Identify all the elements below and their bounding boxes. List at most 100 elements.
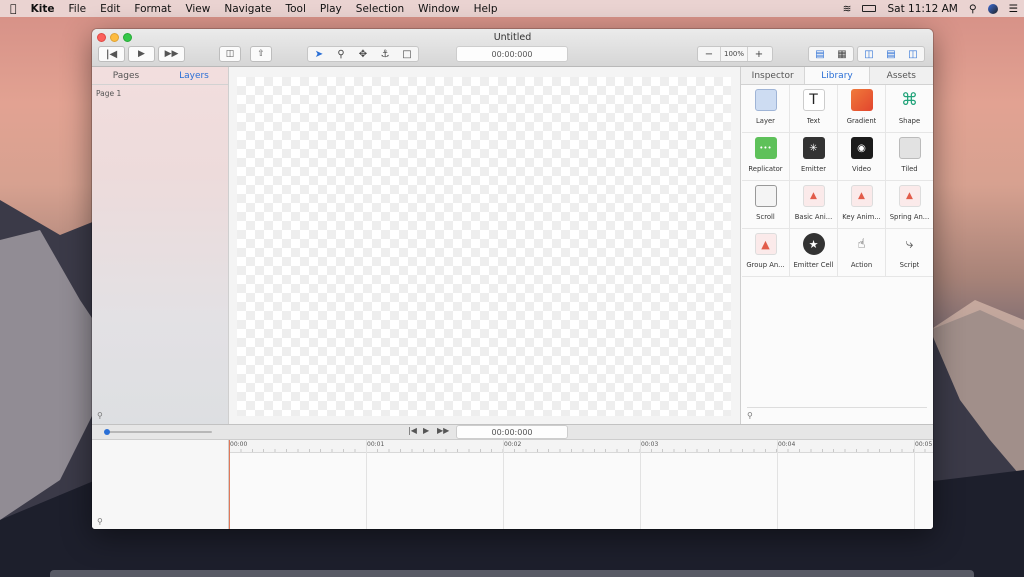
timeline-play-icon[interactable]: ▶	[423, 426, 429, 435]
title-bar: Untitled |◀ ▶ ▶▶ ◫ ⇧ ➤ ⚲ ✥ ⚓ □ 00:00:000…	[92, 29, 933, 67]
move-tool-icon[interactable]: ✥	[352, 47, 374, 61]
apple-menu-icon[interactable]: 	[0, 2, 24, 15]
share-icon: ⇧	[257, 49, 265, 59]
library-item-label: Shape	[898, 117, 921, 125]
spotlight-search-icon[interactable]: ⚲	[969, 3, 977, 15]
timeline-gridline	[777, 440, 778, 529]
library-item-basic-animation[interactable]: ▲ Basic Ani...	[790, 181, 838, 229]
library-item-label: Replicator	[748, 165, 783, 173]
library-item-action[interactable]: ☝ Action	[838, 229, 886, 277]
window-title: Untitled	[493, 32, 532, 43]
zoom-level[interactable]: 100%	[720, 47, 748, 61]
timeline-tracks[interactable]	[229, 453, 933, 529]
zoom-out-button[interactable]: −	[698, 47, 720, 61]
library-item-video[interactable]: ◉ Video	[838, 133, 886, 181]
layout-toggle: ▤ ▦	[808, 46, 854, 62]
share-button[interactable]: ⇧	[250, 46, 272, 62]
library-item-tiled[interactable]: Tiled	[886, 133, 933, 181]
library-item-keyframe-animation[interactable]: ▲ Key Anim...	[838, 181, 886, 229]
zoom-in-button[interactable]: +	[748, 47, 770, 61]
play-icon: ▶	[138, 49, 145, 59]
timeline-gridline	[914, 440, 915, 529]
library-item-script[interactable]: ⤷ Script	[886, 229, 933, 277]
library-search-icon[interactable]: ⚲	[747, 407, 927, 420]
script-icon: ⤷	[905, 236, 914, 252]
preview-icon: ◫	[225, 49, 235, 59]
select-tool-icon[interactable]: ➤	[308, 47, 330, 61]
menu-navigate[interactable]: Navigate	[217, 3, 278, 15]
tool-selector: ➤ ⚲ ✥ ⚓ □	[307, 46, 419, 62]
ruler-label: 00:05	[915, 441, 933, 448]
siri-icon[interactable]	[987, 3, 998, 14]
menu-view[interactable]: View	[178, 3, 217, 15]
library-item-emitter[interactable]: ✳ Emitter	[790, 133, 838, 181]
page-list-item[interactable]: Page 1	[92, 85, 228, 102]
slider-knob[interactable]	[104, 429, 110, 435]
library-item-label: Tiled	[901, 165, 918, 173]
timeline-rewind-icon[interactable]: |◀	[408, 426, 417, 435]
menu-play[interactable]: Play	[313, 3, 349, 15]
gradient-icon	[850, 89, 873, 111]
tab-layers[interactable]: Layers	[160, 67, 228, 84]
step-forward-icon: ▶▶	[164, 49, 179, 59]
grid-layout-icon[interactable]: ▦	[831, 47, 853, 61]
library-item-label: Scroll	[756, 213, 775, 221]
menu-file[interactable]: File	[62, 3, 94, 15]
shape-tool-icon[interactable]: □	[396, 47, 418, 61]
timeline-gridline	[366, 440, 367, 529]
right-panel-icon[interactable]: ◫	[902, 47, 924, 61]
library-item-scroll[interactable]: Scroll	[742, 181, 790, 229]
tab-library[interactable]: Library	[804, 67, 870, 84]
left-panel-icon[interactable]: ◫	[858, 47, 880, 61]
library-item-label: Emitter	[800, 165, 827, 173]
tab-inspector[interactable]: Inspector	[741, 67, 804, 84]
menu-edit[interactable]: Edit	[93, 3, 127, 15]
library-item-label: Key Anim...	[842, 213, 881, 221]
layer-search-icon[interactable]: ⚲	[97, 411, 103, 420]
library-item-replicator[interactable]: ••• Replicator	[742, 133, 790, 181]
preview-button[interactable]: ◫	[219, 46, 241, 62]
play-button[interactable]: ▶	[128, 46, 155, 62]
library-item-emitter-cell[interactable]: ★ Emitter Cell	[790, 229, 838, 277]
menu-help[interactable]: Help	[467, 3, 505, 15]
wifi-icon[interactable]: ≋	[843, 3, 852, 15]
library-item-layer[interactable]: Layer	[742, 85, 790, 133]
rewind-button[interactable]: |◀	[98, 46, 125, 62]
library-item-gradient[interactable]: Gradient	[838, 85, 886, 133]
battery-icon[interactable]	[862, 5, 877, 12]
library-grid: Layer T Text Gradient ⌘ Shape ••• Replic…	[742, 85, 933, 277]
library-item-label: Script	[899, 261, 920, 269]
zoom-tool-icon[interactable]: ⚲	[330, 47, 352, 61]
playhead[interactable]	[229, 440, 230, 529]
menu-selection[interactable]: Selection	[349, 3, 411, 15]
library-item-group-animation[interactable]: ▲ Group An...	[742, 229, 790, 277]
app-menu[interactable]: Kite	[24, 3, 62, 15]
timeline-zoom-slider[interactable]	[104, 429, 212, 435]
spring-animation-icon: ▲	[898, 185, 921, 207]
library-item-shape[interactable]: ⌘ Shape	[886, 85, 933, 133]
library-item-label: Spring An...	[889, 213, 930, 221]
library-item-text[interactable]: T Text	[790, 85, 838, 133]
menu-tool[interactable]: Tool	[278, 3, 312, 15]
anchor-tool-icon[interactable]: ⚓	[374, 47, 396, 61]
ruler-label: 00:04	[778, 441, 796, 448]
timeline-search-icon[interactable]: ⚲	[97, 517, 103, 526]
menu-clock[interactable]: Sat 11:12 AM	[887, 3, 957, 15]
dock	[50, 570, 974, 577]
library-item-label: Basic Ani...	[794, 213, 833, 221]
tab-assets[interactable]: Assets	[870, 67, 933, 84]
video-icon: ◉	[850, 137, 873, 159]
bottom-panel-icon[interactable]: ▤	[880, 47, 902, 61]
ruler-label: 00:00	[230, 441, 248, 448]
step-forward-button[interactable]: ▶▶	[158, 46, 185, 62]
notification-center-icon[interactable]: ☰	[1009, 3, 1018, 15]
timeline-forward-icon[interactable]: ▶▶	[437, 426, 449, 435]
inspector-layout-icon[interactable]: ▤	[809, 47, 831, 61]
ruler-label: 00:03	[641, 441, 659, 448]
menu-window[interactable]: Window	[411, 3, 466, 15]
library-item-label: Emitter Cell	[793, 261, 834, 269]
library-item-spring-animation[interactable]: ▲ Spring An...	[886, 181, 933, 229]
canvas[interactable]	[237, 77, 731, 416]
menu-format[interactable]: Format	[127, 3, 178, 15]
tab-pages[interactable]: Pages	[92, 67, 160, 84]
